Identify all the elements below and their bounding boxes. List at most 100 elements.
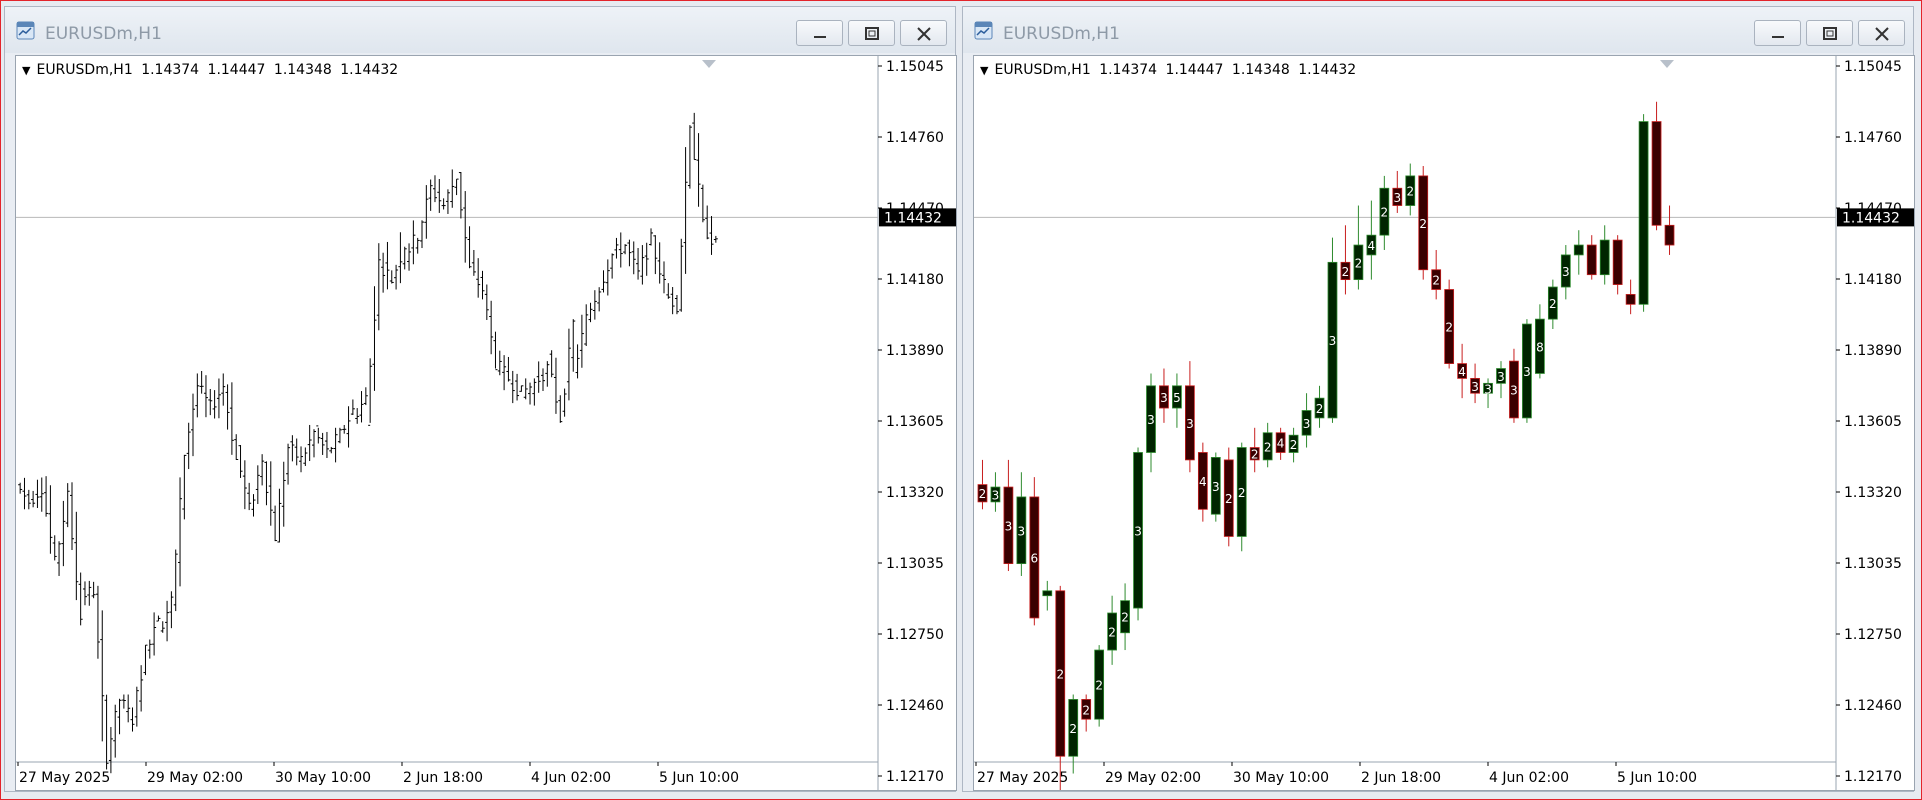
maximize-button[interactable] [1806, 20, 1853, 46]
price-tick-label: 1.12750 [1844, 627, 1902, 643]
minimize-button[interactable] [796, 20, 843, 46]
candle-count-label: 3 [1484, 382, 1492, 396]
price-tick-label: 1.12170 [886, 769, 944, 785]
maximize-icon [1823, 27, 1837, 40]
candle-count-label: 2 [1069, 722, 1077, 736]
candle-count-label: 3 [1005, 519, 1013, 533]
time-tick-label: 30 May 10:00 [1233, 770, 1329, 786]
candle-count-label: 3 [1329, 334, 1337, 348]
price-tick-label: 1.13605 [1844, 414, 1902, 430]
candle-count-label: 2 [1406, 185, 1414, 199]
candle-count-label: 8 [1536, 340, 1544, 354]
close-icon [1875, 27, 1889, 41]
title-bar[interactable]: EURUSDm,H1 [963, 7, 1913, 53]
close-button[interactable] [900, 20, 947, 46]
candle-count-label: 2 [1082, 703, 1090, 717]
candle-count-label: 2 [1095, 679, 1103, 693]
price-tick-label: 1.12170 [1844, 769, 1902, 785]
candle-count-label: 3 [1393, 191, 1401, 205]
candle-body [1612, 239, 1623, 285]
minimize-button[interactable] [1754, 20, 1801, 46]
candle-count-label: 6 [1031, 551, 1039, 565]
candle-count-label: 3 [1160, 391, 1168, 405]
candle-count-label: 3 [1018, 524, 1026, 538]
chart-window-icon [16, 21, 35, 40]
time-tick-label: 4 Jun 02:00 [1489, 770, 1569, 786]
candle-count-label: 2 [1316, 402, 1324, 416]
time-tick-label: 29 May 02:00 [147, 770, 243, 786]
candle-count-label: 2 [979, 487, 987, 501]
chart-area[interactable]: 1.150451.147601.144701.141801.138901.136… [973, 55, 1915, 791]
price-tick-label: 1.12750 [886, 627, 944, 643]
low-value: 1.14348 [1231, 62, 1290, 78]
candle-count-label: 2 [1549, 297, 1557, 311]
current-price-label: 1.14432 [1842, 210, 1900, 226]
price-tick-label: 1.13890 [1844, 343, 1902, 359]
candle-count-label: 5 [1173, 391, 1181, 405]
candle-count-label: 3 [1562, 265, 1570, 279]
symbol-label: EURUSDm,H1 [36, 62, 133, 78]
time-tick-label: 5 Jun 10:00 [1617, 770, 1697, 786]
price-tick-label: 1.13320 [1844, 485, 1902, 501]
price-tick-label: 1.13890 [886, 343, 944, 359]
candle-body [1638, 121, 1649, 305]
candle-body [1651, 121, 1662, 226]
candle-count-label: 3 [1471, 380, 1479, 394]
candle-count-label: 2 [1419, 217, 1427, 231]
price-tick-label: 1.14760 [1844, 130, 1902, 146]
close-button[interactable] [1858, 20, 1905, 46]
price-tick-label: 1.15045 [1844, 59, 1902, 75]
candle-count-label: 2 [1108, 626, 1116, 640]
candle-body [1573, 244, 1584, 256]
price-chart[interactable]: 1.150451.147601.144701.141801.138901.136… [16, 56, 956, 790]
candle-count-label: 3 [992, 488, 1000, 502]
price-tick-label: 1.13035 [886, 556, 944, 572]
minimize-icon [1772, 36, 1784, 38]
candle-count-label: 3 [1212, 480, 1220, 494]
price-tick-label: 1.13035 [1844, 556, 1902, 572]
candle-count-label: 2 [1225, 492, 1233, 506]
price-chart[interactable]: 1.150451.147601.144701.141801.138901.136… [974, 56, 1914, 790]
window-title: EURUSDm,H1 [1003, 24, 1120, 44]
current-price-label: 1.14432 [884, 210, 942, 226]
scroll-hint-arrow[interactable] [702, 60, 716, 68]
window-title: EURUSDm,H1 [45, 24, 162, 44]
candle-count-label: 3 [1523, 365, 1531, 379]
ohlc-info-line: ▼ EURUSDm,H1 1.14374 1.14447 1.14348 1.14… [22, 62, 398, 78]
collapse-triangle-icon[interactable]: ▼ [22, 64, 30, 77]
candle-count-label: 2 [1251, 448, 1259, 462]
candle-count-label: 4 [1199, 475, 1207, 489]
time-tick-label: 5 Jun 10:00 [659, 770, 739, 786]
candle-count-label: 2 [1290, 438, 1298, 452]
time-tick-label: 30 May 10:00 [275, 770, 371, 786]
candle-count-label: 3 [1510, 384, 1518, 398]
candle-count-label: 4 [1368, 239, 1376, 253]
candle-count-label: 3 [1303, 417, 1311, 431]
candle-count-label: 2 [1355, 256, 1363, 270]
title-bar[interactable]: EURUSDm,H1 [5, 7, 955, 53]
chart-area[interactable]: 1.150451.147601.144701.141801.138901.136… [15, 55, 957, 791]
collapse-triangle-icon[interactable]: ▼ [980, 64, 988, 77]
price-tick-label: 1.14760 [886, 130, 944, 146]
price-tick-label: 1.15045 [886, 59, 944, 75]
scroll-hint-arrow[interactable] [1660, 60, 1674, 68]
open-value: 1.14374 [141, 62, 200, 78]
time-tick-label: 2 Jun 18:00 [403, 770, 483, 786]
time-tick-label: 4 Jun 02:00 [531, 770, 611, 786]
open-value: 1.14374 [1099, 62, 1158, 78]
maximize-button[interactable] [848, 20, 895, 46]
candle-count-label: 2 [1238, 486, 1246, 500]
candle-body [1599, 239, 1610, 276]
candle-body [1625, 294, 1636, 305]
time-tick-label: 27 May 2025 [19, 770, 110, 786]
candle-count-label: 2 [1121, 611, 1129, 625]
candle-count-label: 3 [1497, 370, 1505, 384]
candle-count-label: 2 [1381, 206, 1389, 220]
price-tick-label: 1.13320 [886, 485, 944, 501]
candle-count-label: 2 [1432, 274, 1440, 288]
time-tick-label: 29 May 02:00 [1105, 770, 1201, 786]
price-tick-label: 1.14180 [886, 272, 944, 288]
high-value: 1.14447 [1165, 62, 1224, 78]
chart-window-right[interactable]: EURUSDm,H1 1.150451.147601.144701.141801… [962, 6, 1915, 792]
chart-window-left[interactable]: EURUSDm,H1 1.150451.147601.144701.141801… [4, 6, 957, 792]
